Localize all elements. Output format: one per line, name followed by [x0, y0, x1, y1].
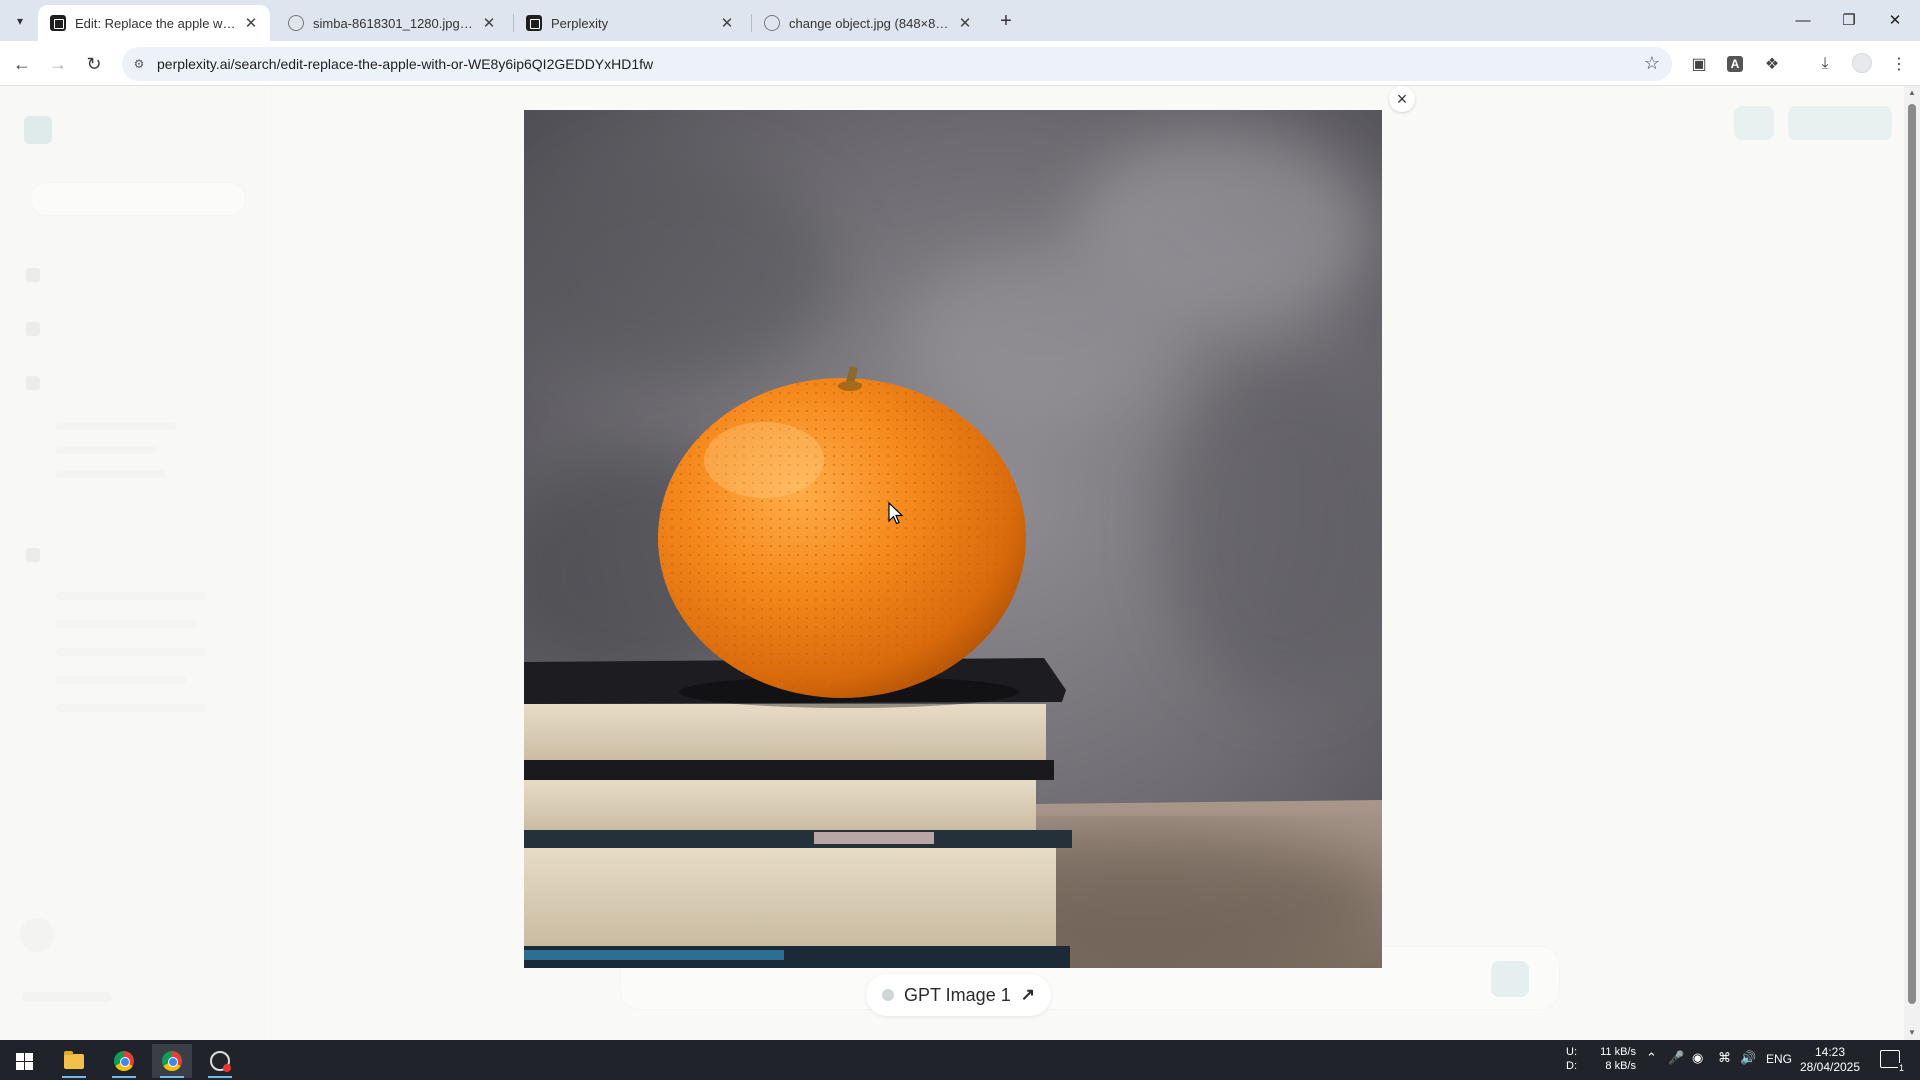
screen-recorder-icon [210, 1051, 231, 1072]
folder-icon [64, 1050, 84, 1069]
restore-icon[interactable]: ❐ [1826, 6, 1872, 34]
translate-icon[interactable]: A [1722, 51, 1748, 77]
reload-icon[interactable]: ↻ [80, 50, 108, 78]
back-arrow-icon[interactable]: ← [8, 50, 36, 78]
model-label: GPT Image 1 [904, 984, 1011, 1005]
net-up-label: U: [1566, 1046, 1577, 1058]
net-down-label: D: [1566, 1060, 1577, 1072]
scroll-up-icon[interactable]: ▲ [1904, 86, 1920, 100]
extensions-puzzle-icon[interactable]: ❖ [1759, 51, 1785, 77]
start-button[interactable] [4, 1044, 44, 1078]
taskbar-screen-recorder[interactable] [200, 1044, 240, 1078]
taskbar-chrome-active[interactable] [152, 1044, 192, 1078]
meet-now-icon[interactable]: ◉ [1692, 1050, 1703, 1066]
url-text[interactable]: perplexity.ai/search/edit-replace-the-ap… [157, 56, 653, 72]
system-clock[interactable]: 14:23 28/04/2025 [1798, 1045, 1862, 1075]
page-viewport: × GPT Image 1 ↗ ▲ ▼ [0, 86, 1920, 1040]
taskbar-chrome[interactable] [104, 1044, 144, 1078]
tab-strip: ▾ Edit: Replace the apple with orange ✕ … [0, 0, 1920, 41]
tab-search-chevron-icon[interactable]: ▾ [8, 9, 32, 33]
volume-icon[interactable]: 🔊 [1740, 1050, 1756, 1066]
notification-count: 1 [1897, 1063, 1905, 1073]
clock-time: 14:23 [1814, 1045, 1846, 1059]
minimize-icon[interactable]: — [1780, 6, 1826, 34]
scroll-down-icon[interactable]: ▼ [1904, 1026, 1920, 1040]
network-speed-meter: U: 11 kB/s D: 8 kB/s [1566, 1045, 1636, 1073]
net-down-value: 8 kB/s [1605, 1060, 1636, 1072]
wifi-icon[interactable]: ⌘ [1718, 1050, 1731, 1066]
site-info-icon[interactable]: ⚙ [130, 55, 148, 73]
scrollbar-thumb[interactable] [1908, 104, 1916, 1004]
globe-icon [764, 15, 780, 31]
tab-title: Perplexity [551, 15, 609, 31]
tab-title: Edit: Replace the apple with orange [75, 15, 236, 31]
lightbox-close-button[interactable]: × [1389, 86, 1415, 112]
new-tab-button[interactable]: + [993, 8, 1019, 34]
address-bar[interactable]: ⚙ perplexity.ai/search/edit-replace-the-… [122, 47, 1672, 81]
profile-avatar[interactable] [1852, 53, 1872, 73]
microphone-icon[interactable]: 🎤 [1668, 1050, 1684, 1066]
mouse-cursor-icon [888, 502, 904, 525]
clock-date: 28/04/2025 [1799, 1060, 1861, 1074]
close-icon[interactable]: ✕ [480, 14, 498, 32]
download-icon[interactable]: ⤓ [1812, 51, 1838, 77]
globe-icon [288, 15, 304, 31]
screen-capture-icon[interactable]: ▣ [1686, 51, 1712, 77]
language-indicator[interactable]: ENG [1766, 1052, 1792, 1066]
tab-perplexity[interactable]: Perplexity ✕ [514, 5, 746, 41]
taskbar-file-explorer[interactable] [54, 1044, 94, 1078]
chrome-icon [162, 1051, 182, 1071]
tray-chevron-up-icon[interactable]: ⌃ [1646, 1050, 1657, 1066]
tab-title: change object.jpg (848×848) [789, 15, 950, 31]
forward-arrow-icon[interactable]: → [44, 50, 72, 78]
notification-center-icon[interactable]: 1 [1880, 1050, 1905, 1073]
net-up-value: 11 kB/s [1600, 1046, 1636, 1058]
tab-title: simba-8618301_1280.jpg (851×1280) [313, 15, 474, 31]
close-icon[interactable]: ✕ [718, 14, 736, 32]
perplexity-icon [50, 15, 66, 31]
page-scrollbar[interactable]: ▲ ▼ [1904, 86, 1920, 1040]
window-close-icon[interactable]: ✕ [1872, 6, 1918, 34]
windows-taskbar: U: 11 kB/s D: 8 kB/s ⌃ 🎤 ◉ ⌘ 🔊 ENG 14:23 2… [0, 1040, 1920, 1080]
tab-change-object[interactable]: change object.jpg (848×848) ✕ [752, 5, 984, 41]
chrome-icon [114, 1051, 134, 1071]
external-link-arrow-icon: ↗ [1020, 985, 1035, 1004]
bookmark-star-icon[interactable]: ☆ [1644, 53, 1660, 74]
windows-icon [15, 1052, 33, 1070]
model-icon [882, 989, 894, 1001]
model-link-button[interactable]: GPT Image 1 ↗ [866, 974, 1051, 1016]
close-icon[interactable]: ✕ [956, 14, 974, 32]
tab-simba-image[interactable]: simba-8618301_1280.jpg (851×1280) ✕ [276, 5, 508, 41]
close-icon[interactable]: ✕ [242, 14, 260, 32]
browser-toolbar: ← → ↻ ⚙ perplexity.ai/search/edit-replac… [0, 41, 1920, 86]
perplexity-icon [526, 15, 542, 31]
tab-edit-replace[interactable]: Edit: Replace the apple with orange ✕ [38, 5, 270, 41]
orange-on-books-illustration [524, 110, 1382, 968]
generated-image [524, 110, 1382, 968]
menu-kebab-icon[interactable]: ⋮ [1886, 51, 1912, 77]
